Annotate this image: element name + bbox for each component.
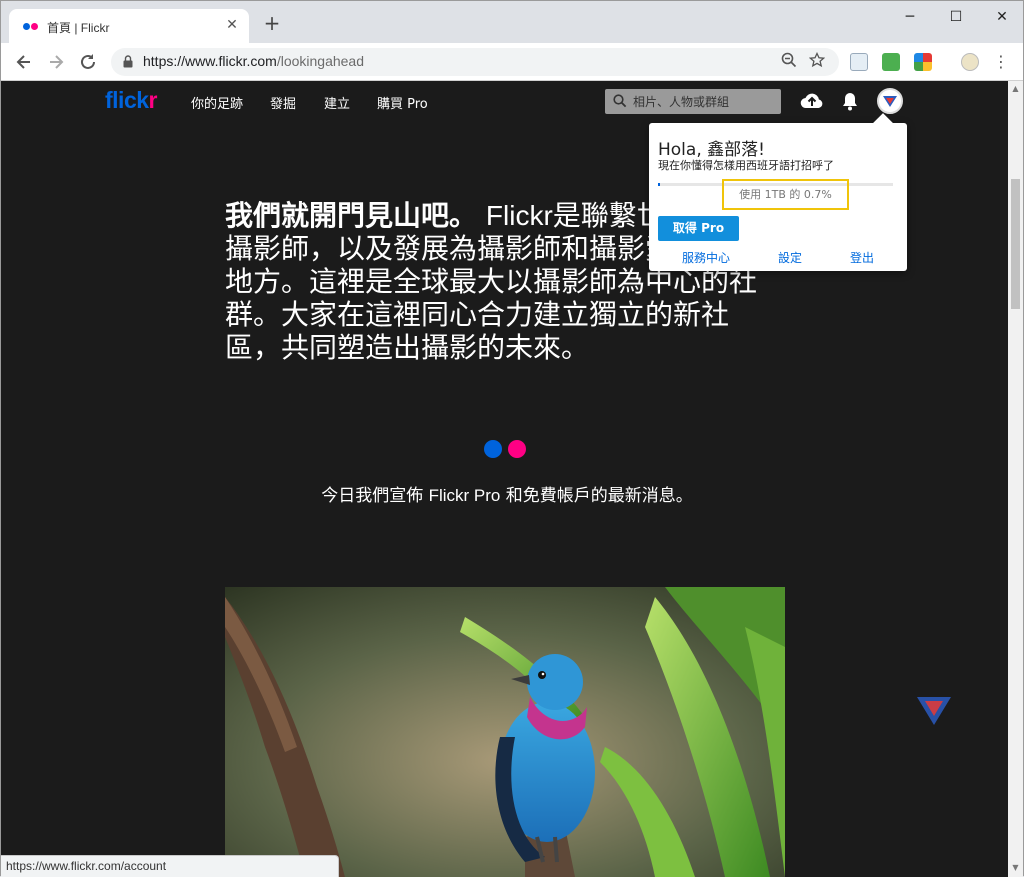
help-center-link[interactable]: 服務中心: [682, 249, 730, 266]
flickr-dots-logo: [484, 440, 526, 458]
extension-color-icon[interactable]: [914, 53, 932, 71]
page-viewport: flickr 你的足跡 發掘 建立 購買 Pro 我們就開門見山吧。 Flick…: [1, 81, 1008, 877]
nav-get-pro[interactable]: 購買 Pro: [377, 93, 428, 112]
close-window-button[interactable]: ✕: [979, 5, 1024, 29]
search-box: [605, 89, 781, 114]
storage-usage-fill: [658, 183, 660, 186]
page-scrollbar[interactable]: ▲ ▼: [1008, 81, 1023, 877]
storage-usage-label: 使用 1TB 的 0.7%: [722, 179, 849, 210]
url-text: https://www.flickr.com/lookingahead: [143, 53, 364, 69]
get-pro-button[interactable]: 取得 Pro: [658, 216, 739, 241]
tab-strip: 首頁 | Flickr ✕ + ─ ☐ ✕: [1, 1, 1023, 43]
nav-you[interactable]: 你的足跡: [191, 93, 243, 112]
avatar-logo-icon: [880, 91, 900, 111]
browser-toolbar: https://www.flickr.com/lookingahead ⋮: [1, 43, 1023, 81]
extension-notes-icon[interactable]: [850, 53, 868, 71]
flickr-header: flickr 你的足跡 發掘 建立 購買 Pro: [1, 81, 1008, 121]
bell-icon[interactable]: [838, 89, 864, 113]
flickr-logo[interactable]: flickr: [105, 87, 158, 114]
zoom-icon[interactable]: [779, 52, 799, 72]
profile-avatar-icon[interactable]: [961, 53, 979, 71]
maximize-button[interactable]: ☐: [933, 5, 979, 29]
tab-close-icon[interactable]: ✕: [223, 16, 241, 34]
browser-window: 首頁 | Flickr ✕ + ─ ☐ ✕ https://www.flickr…: [0, 0, 1024, 877]
account-tagline: 現在你懂得怎樣用西班牙語打招呼了: [658, 159, 834, 172]
nav-create[interactable]: 建立: [324, 93, 350, 112]
intro-brand: Flickr: [485, 200, 553, 231]
address-bar[interactable]: https://www.flickr.com/lookingahead: [111, 48, 839, 76]
upload-cloud-icon[interactable]: [799, 89, 825, 113]
status-bar-url: https://www.flickr.com/account: [1, 855, 339, 877]
account-avatar[interactable]: [877, 88, 903, 114]
star-icon[interactable]: [807, 51, 827, 72]
bird-photo: [225, 587, 785, 877]
back-arrow-icon[interactable]: [13, 51, 35, 73]
scroll-down-icon[interactable]: ▼: [1011, 863, 1020, 873]
watermark-logo-icon: [917, 697, 951, 725]
browser-menu-icon[interactable]: ⋮: [993, 53, 1009, 71]
intro-headline: 我們就開門見山吧。: [225, 199, 478, 232]
announcement-text: 今日我們宣佈 Flickr Pro 和免費帳戶的最新消息。: [321, 486, 693, 506]
reload-icon[interactable]: [77, 51, 99, 73]
sign-out-link[interactable]: 登出: [850, 249, 874, 266]
forward-arrow-icon[interactable]: [45, 51, 67, 73]
extension-mail-icon[interactable]: [882, 53, 900, 71]
new-tab-button[interactable]: +: [261, 13, 283, 35]
minimize-button[interactable]: ─: [887, 5, 933, 29]
tab-flickr-home[interactable]: 首頁 | Flickr ✕: [9, 9, 249, 43]
tab-title: 首頁 | Flickr: [47, 21, 110, 35]
account-popover: Hola, 鑫部落! 現在你懂得怎樣用西班牙語打招呼了 使用 1TB 的 0.7…: [649, 113, 907, 271]
scroll-thumb[interactable]: [1011, 179, 1020, 309]
nav-explore[interactable]: 發掘: [270, 93, 296, 112]
search-icon: [613, 94, 627, 108]
search-input[interactable]: [633, 92, 777, 111]
lock-icon: [123, 55, 133, 68]
settings-link[interactable]: 設定: [778, 249, 802, 266]
scroll-up-icon[interactable]: ▲: [1011, 84, 1020, 94]
flickr-favicon-icon: [23, 23, 39, 31]
